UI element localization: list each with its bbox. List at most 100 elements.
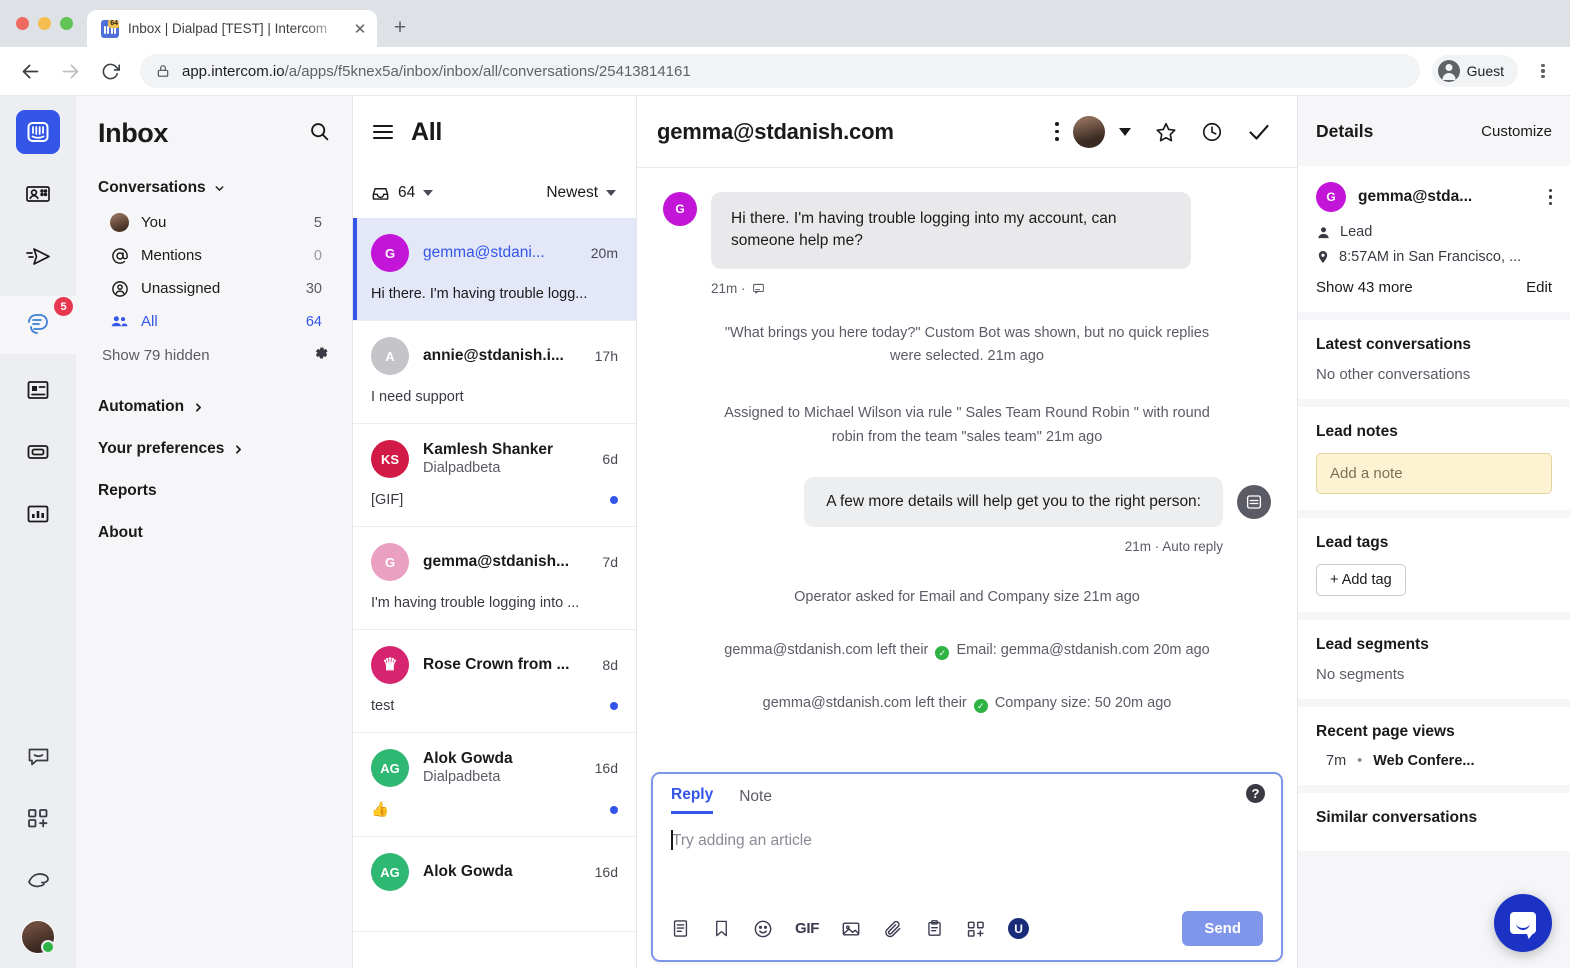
browser-tab[interactable]: 64 Inbox | Dialpad [TEST] | Intercom ✕ (87, 10, 377, 47)
section-heading: Lead notes (1316, 423, 1398, 440)
chevron-down-icon[interactable] (423, 190, 434, 196)
sidebar-item-unassigned[interactable]: Unassigned 30 (84, 272, 344, 305)
contacts-icon[interactable] (16, 172, 60, 216)
image-icon[interactable] (841, 919, 861, 939)
lead-location-row: 8:57AM in San Francisco, ... (1316, 249, 1552, 265)
gear-icon[interactable] (312, 344, 330, 366)
attachment-icon[interactable] (883, 919, 903, 939)
sidebar-item-all[interactable]: All 64 (84, 305, 344, 338)
conversation-item[interactable]: ♛ Rose Crown from ... 8d test (353, 630, 636, 733)
sort-filter[interactable]: Newest (546, 184, 616, 202)
chevron-down-icon[interactable] (606, 190, 616, 196)
message-bubble: A few more details will help get you to … (804, 476, 1223, 527)
reports-icon[interactable] (16, 492, 60, 536)
sidebar-link-label: Your preferences (98, 440, 225, 457)
whats-new-icon[interactable] (16, 858, 60, 902)
check-icon: ✓ (935, 646, 950, 661)
send-button[interactable]: Send (1182, 911, 1263, 946)
inbox-icon[interactable]: 5 (0, 296, 76, 354)
conversation-item[interactable]: A annie@stdanish.i... 17h I need support (353, 321, 636, 424)
question-mark-icon[interactable]: ? (1246, 784, 1265, 803)
emoji-icon[interactable] (753, 919, 773, 939)
saved-reply-icon[interactable] (712, 919, 731, 938)
sidebar-item-your-preferences[interactable]: Your preferences (76, 428, 352, 470)
kebab-icon[interactable] (1548, 188, 1552, 206)
reload-icon[interactable] (92, 53, 128, 89)
conversations-group-header[interactable]: Conversations (76, 179, 352, 197)
section-body: No other conversations (1316, 366, 1471, 383)
user-avatar[interactable] (21, 920, 55, 954)
conversation-preview: 👍 (371, 802, 390, 818)
sidebar-item-mentions[interactable]: Mentions 0 (84, 239, 344, 272)
count-filter[interactable]: 64 (371, 184, 434, 203)
profile-button[interactable]: Guest (1431, 55, 1518, 87)
browser-toolbar: app.intercom.io/a/apps/f5knex5a/inbox/in… (0, 47, 1570, 96)
assignee-avatar[interactable] (1073, 115, 1105, 148)
conversation-item[interactable]: AG Alok Gowda Dialpadbeta 16d 👍 (353, 733, 636, 837)
details-sections[interactable]: G gemma@stda... Lead 8:57AM in San Franc… (1298, 166, 1570, 968)
conversation-items[interactable]: G gemma@stdani... 20m Hi there. I'm havi… (353, 218, 636, 968)
profile-label: Guest (1466, 63, 1504, 79)
hamburger-icon[interactable] (373, 125, 393, 139)
minimize-window-button[interactable] (38, 17, 51, 30)
conversation-header: gemma@stdanish.com (637, 96, 1297, 168)
avatar: ♛ (371, 646, 409, 684)
latest-conversations-card: Latest conversations No other conversati… (1298, 320, 1570, 399)
nav-rail: 5 (0, 96, 76, 968)
conversation-item[interactable]: AG Alok Gowda 16d (353, 837, 636, 932)
back-icon[interactable] (12, 53, 48, 89)
reply-composer[interactable]: Reply Note ? Try adding an article GIF U… (651, 772, 1283, 962)
apps-icon[interactable] (16, 796, 60, 840)
gif-icon[interactable]: GIF (795, 920, 819, 937)
chevron-down-icon[interactable] (1119, 126, 1131, 138)
app-body: 5 Inbox Conversations You 5 Mentions 0 U… (0, 96, 1570, 968)
composer-tabs: Reply Note ? (653, 774, 1281, 814)
knowledge-icon[interactable] (16, 430, 60, 474)
tab-note[interactable]: Note (739, 788, 772, 813)
sidebar-item-automation[interactable]: Automation (76, 386, 352, 428)
show-hidden-row[interactable]: Show 79 hidden (76, 338, 352, 372)
conversation-item[interactable]: G gemma@stdani... 20m Hi there. I'm havi… (353, 218, 636, 321)
browser-menu-icon[interactable] (1528, 56, 1558, 86)
conversation-time: 16d (594, 864, 618, 880)
conversation-item[interactable]: KS Kamlesh Shanker Dialpadbeta 6d [GIF] (353, 424, 636, 527)
add-tag-button[interactable]: + Add tag (1316, 564, 1406, 596)
clipboard-icon[interactable] (925, 919, 944, 938)
intercom-logo-icon[interactable] (16, 110, 60, 154)
sidebar-item-you[interactable]: You 5 (84, 206, 344, 239)
sidebar-item-reports[interactable]: Reports (76, 470, 352, 512)
edit-button[interactable]: Edit (1526, 279, 1552, 296)
sidebar-item-label: All (141, 313, 158, 330)
messenger-icon[interactable] (16, 734, 60, 778)
address-bar[interactable]: app.intercom.io/a/apps/f5knex5a/inbox/in… (140, 54, 1420, 88)
conversation-item[interactable]: G gemma@stdanish... 7d I'm having troubl… (353, 527, 636, 630)
add-note-input[interactable]: Add a note (1316, 453, 1552, 494)
close-tab-button[interactable]: ✕ (349, 18, 371, 40)
article-icon[interactable] (671, 919, 690, 938)
unsplash-icon[interactable]: U (1008, 918, 1030, 939)
sidebar-item-about[interactable]: About (76, 512, 352, 554)
search-icon[interactable] (309, 121, 330, 147)
separator: • (1357, 753, 1363, 769)
snooze-icon[interactable] (1201, 121, 1223, 143)
messenger-launcher-button[interactable] (1494, 894, 1552, 952)
close-window-button[interactable] (16, 17, 29, 30)
customize-button[interactable]: Customize (1481, 123, 1552, 140)
star-icon[interactable] (1155, 121, 1177, 143)
inbox-sidebar: Inbox Conversations You 5 Mentions 0 Una… (76, 96, 352, 968)
new-tab-button[interactable]: + (385, 13, 415, 43)
tab-reply[interactable]: Reply (671, 786, 714, 814)
reply-input[interactable]: Try adding an article (653, 814, 1281, 911)
page-view-row[interactable]: 7m • Web Confere... (1316, 753, 1552, 769)
conversation-list-filters: 64 Newest (353, 168, 636, 218)
show-more-button[interactable]: Show 43 more (1316, 279, 1413, 296)
articles-icon[interactable] (16, 368, 60, 412)
outbound-send-icon[interactable] (16, 234, 60, 278)
close-check-icon[interactable] (1247, 120, 1271, 144)
lead-role-row: Lead (1316, 224, 1552, 240)
forward-icon[interactable] (52, 53, 88, 89)
kebab-icon[interactable] (1055, 122, 1059, 141)
section-body: No segments (1316, 666, 1405, 683)
maximize-window-button[interactable] (60, 17, 73, 30)
apps-icon[interactable] (966, 919, 986, 939)
